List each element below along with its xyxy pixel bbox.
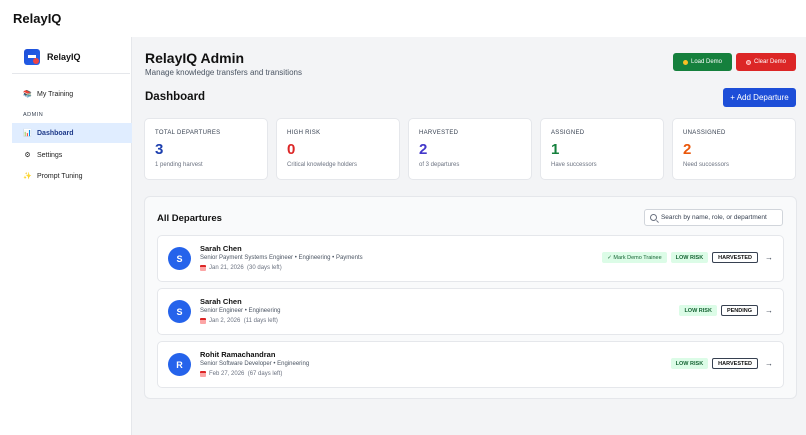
stat-label: UNASSIGNED — [683, 130, 726, 136]
load-demo-button[interactable]: Load Demo — [673, 53, 732, 71]
sidebar: RelayIQ 📚 My Training ADMIN 📊 Dashboard … — [0, 37, 132, 435]
avatar: R — [168, 353, 191, 376]
books-icon: 📚 — [23, 90, 32, 98]
stat-value: 2 — [683, 141, 692, 158]
avatar: S — [168, 300, 191, 323]
section-label-admin: ADMIN — [23, 112, 44, 118]
departure-name: Sarah Chen — [200, 297, 242, 306]
search-icon — [650, 214, 657, 221]
stat-subtext: of 3 departures — [419, 162, 460, 168]
status-badge: HARVESTED — [712, 252, 758, 263]
main-content: RelayIQ Admin Manage knowledge transfers… — [132, 37, 806, 435]
departure-name: Rohit Ramachandran — [200, 350, 276, 359]
departure-date: Feb 27, 2026 (67 days left) — [200, 371, 282, 377]
search-input[interactable] — [660, 214, 782, 221]
departure-role: Senior Software Developer • Engineering — [200, 361, 310, 367]
departure-date: Jan 21, 2026 (30 days left) — [200, 265, 282, 271]
calendar-icon — [200, 318, 206, 324]
clear-icon — [745, 59, 751, 65]
arrow-right-icon[interactable]: → — [765, 306, 773, 315]
brand[interactable]: RelayIQ — [24, 49, 81, 65]
stat-label: HARVESTED — [419, 130, 459, 136]
stat-value: 0 — [287, 141, 296, 158]
status-badge: HARVESTED — [712, 358, 758, 369]
clear-demo-button[interactable]: Clear Demo — [736, 53, 796, 71]
avatar: S — [168, 247, 191, 270]
load-demo-label: Load Demo — [690, 59, 723, 65]
stat-subtext: Need successors — [683, 162, 730, 168]
stat-label: HIGH RISK — [287, 130, 321, 136]
clear-demo-label: Clear Demo — [753, 59, 786, 65]
sidebar-item-settings[interactable]: ⚙ Settings — [12, 145, 132, 165]
top-bar: RelayIQ — [0, 0, 806, 37]
stat-label: TOTAL DEPARTURES — [155, 130, 221, 136]
stat-label: ASSIGNED — [551, 130, 585, 136]
risk-badge: LOW RISK — [679, 305, 717, 316]
departure-date-text: Feb 27, 2026 (67 days left) — [209, 371, 283, 377]
load-icon — [682, 59, 688, 65]
mark-demo-trainee-badge[interactable]: ✓ Mark Demo Trainee — [602, 252, 667, 263]
sidebar-item-label: Dashboard — [37, 129, 74, 137]
relayiq-logo-icon — [24, 49, 40, 65]
departure-row[interactable]: R Rohit Ramachandran Senior Software Dev… — [157, 341, 784, 388]
departure-row[interactable]: S Sarah Chen Senior Payment Systems Engi… — [157, 235, 784, 282]
brand-name: RelayIQ — [47, 52, 81, 62]
departure-role: Senior Payment Systems Engineer • Engine… — [200, 255, 363, 261]
risk-badge: LOW RISK — [670, 252, 709, 263]
sidebar-item-my-training[interactable]: 📚 My Training — [12, 84, 132, 104]
row-badges: LOW RISK PENDING → — [679, 305, 773, 316]
search-box[interactable] — [644, 209, 783, 226]
gear-icon: ⚙ — [24, 151, 31, 159]
departure-role: Senior Engineer • Engineering — [200, 308, 281, 314]
sidebar-item-label: My Training — [37, 90, 74, 98]
sidebar-item-label: Prompt Tuning — [37, 172, 83, 180]
departures-title: All Departures — [157, 213, 222, 224]
bar-chart-icon: 📊 — [23, 129, 32, 137]
divider — [12, 73, 130, 74]
sidebar-item-label: Settings — [37, 151, 63, 159]
add-departure-button[interactable]: + Add Departure — [723, 88, 796, 107]
status-badge: PENDING — [720, 305, 758, 316]
sparkle-icon: ✨ — [23, 172, 32, 180]
page-subtitle: Manage knowledge transfers and transitio… — [145, 68, 302, 77]
page-title: RelayIQ Admin — [145, 50, 245, 66]
row-badges: ✓ Mark Demo Trainee LOW RISK HARVESTED → — [602, 252, 773, 263]
stat-card-total-departures: TOTAL DEPARTURES 3 1 pending harvest — [144, 118, 268, 180]
stat-card-assigned: ASSIGNED 1 Have successors — [540, 118, 664, 180]
risk-badge: LOW RISK — [670, 358, 709, 369]
calendar-icon — [200, 371, 206, 377]
stat-subtext: 1 pending harvest — [155, 162, 203, 168]
departure-row[interactable]: S Sarah Chen Senior Engineer • Engineeri… — [157, 288, 784, 335]
stat-card-unassigned: UNASSIGNED 2 Need successors — [672, 118, 796, 180]
departure-name: Sarah Chen — [200, 244, 242, 253]
stat-subtext: Have successors — [551, 162, 597, 168]
stat-card-harvested: HARVESTED 2 of 3 departures — [408, 118, 532, 180]
stat-value: 3 — [155, 141, 164, 158]
dashboard-title: Dashboard — [145, 91, 206, 103]
calendar-icon — [200, 265, 206, 271]
arrow-right-icon[interactable]: → — [765, 359, 773, 368]
departure-date-text: Jan 21, 2026 (30 days left) — [209, 265, 282, 271]
departures-panel: All Departures S Sarah Chen Senior Payme… — [144, 196, 797, 399]
stat-value: 2 — [419, 141, 428, 158]
stat-subtext: Critical knowledge holders — [287, 162, 358, 168]
arrow-right-icon[interactable]: → — [765, 253, 773, 262]
sidebar-item-dashboard[interactable]: 📊 Dashboard — [12, 123, 132, 143]
sidebar-item-prompt-tuning[interactable]: ✨ Prompt Tuning — [12, 166, 132, 186]
departure-date: Jan 2, 2026 (11 days left) — [200, 318, 278, 324]
stat-card-high-risk: HIGH RISK 0 Critical knowledge holders — [276, 118, 400, 180]
app-title: RelayIQ — [13, 11, 62, 26]
departure-date-text: Jan 2, 2026 (11 days left) — [209, 318, 278, 324]
stat-value: 1 — [551, 141, 560, 158]
row-badges: LOW RISK HARVESTED → — [670, 358, 773, 369]
